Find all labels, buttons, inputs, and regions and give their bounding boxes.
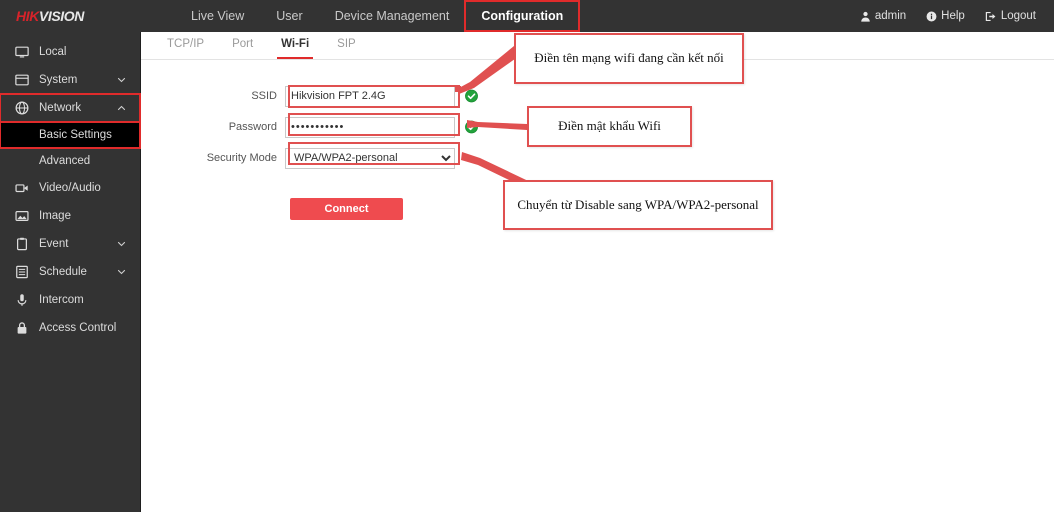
password-label: Password: [228, 121, 277, 133]
video-icon: [14, 180, 30, 196]
sidebar-item-video-audio[interactable]: Video/Audio: [0, 174, 140, 202]
sidebar-item-local[interactable]: Local: [0, 38, 140, 66]
ssid-input[interactable]: [285, 85, 455, 107]
sidebar-label: Schedule: [39, 266, 87, 278]
admin-label: admin: [874, 10, 907, 22]
config-tabs: TCP/IP Port Wi-Fi SIP: [141, 32, 1054, 60]
green-check-icon: [465, 120, 478, 134]
sidebar-item-image[interactable]: Image: [0, 202, 140, 230]
chevron-up-icon: [117, 104, 126, 113]
sidebar-label: System: [39, 74, 78, 86]
sidebar-item-basic-settings[interactable]: Basic Settings: [0, 121, 141, 149]
nav-item-device-management[interactable]: Device Management: [319, 0, 466, 32]
sidebar-label: Basic Settings: [39, 129, 112, 141]
ssid-control: [285, 85, 478, 107]
green-check-icon: [465, 89, 478, 103]
sidebar: Local System Network Basic Settings Adva…: [0, 32, 141, 512]
info-icon: [926, 11, 937, 22]
nav-item-live-view[interactable]: Live View: [175, 0, 260, 32]
sidebar-item-intercom[interactable]: Intercom: [0, 286, 140, 314]
main-panel: TCP/IP Port Wi-Fi SIP SSID Password: [141, 32, 1054, 512]
sidebar-label: Event: [39, 238, 69, 250]
sidebar-item-advanced[interactable]: Advanced: [0, 148, 140, 174]
help-button[interactable]: Help: [926, 10, 965, 22]
monitor-icon: [14, 44, 30, 60]
sidebar-item-system[interactable]: System: [0, 66, 140, 94]
password-control: [285, 116, 478, 138]
top-header: HIKVISION Live View User Device Manageme…: [0, 0, 1054, 32]
logout-label: Logout: [1000, 10, 1036, 22]
chevron-down-icon: [117, 240, 126, 249]
sidebar-label: Access Control: [39, 322, 117, 334]
logout-icon: [985, 11, 997, 22]
tab-wifi[interactable]: Wi-Fi: [267, 31, 323, 59]
window-icon: [14, 72, 30, 88]
sidebar-item-network[interactable]: Network: [0, 93, 141, 123]
nav-item-user[interactable]: User: [260, 0, 318, 32]
hikvision-logo: HIKVISION: [0, 8, 145, 24]
microphone-icon: [14, 292, 30, 308]
logo-vision-text: VISION: [38, 8, 84, 24]
user-icon: [860, 11, 871, 22]
header-right-actions: admin Help Logout: [860, 10, 1054, 22]
logo-hik-text: HIK: [16, 8, 39, 24]
sidebar-label: Advanced: [39, 155, 91, 167]
chevron-down-icon: [117, 268, 126, 277]
nav-item-configuration[interactable]: Configuration: [464, 0, 581, 32]
form-row-ssid: SSID: [141, 82, 1054, 110]
image-icon: [14, 208, 30, 224]
security-mode-control: DisableWEPWPA-personalWPA2-personalWPA/W…: [285, 147, 455, 169]
clipboard-icon: [14, 236, 30, 252]
sidebar-label: Image: [39, 210, 71, 222]
tab-port[interactable]: Port: [218, 31, 267, 59]
globe-icon: [14, 100, 30, 116]
tab-tcp-ip[interactable]: TCP/IP: [153, 31, 218, 59]
security-mode-select[interactable]: DisableWEPWPA-personalWPA2-personalWPA/W…: [285, 147, 455, 169]
form-actions: Connect: [141, 198, 1054, 220]
sidebar-label: Network: [39, 102, 82, 114]
form-row-password: Password: [141, 113, 1054, 141]
lock-icon: [14, 320, 30, 336]
sidebar-label: Local: [39, 46, 67, 58]
form-row-security-mode: Security Mode DisableWEPWPA-personalWPA2…: [141, 144, 1054, 172]
password-input[interactable]: [285, 116, 455, 138]
main-nav: Live View User Device Management Configu…: [175, 0, 581, 32]
connect-button[interactable]: Connect: [290, 198, 403, 220]
sidebar-item-event[interactable]: Event: [0, 230, 140, 258]
chevron-down-icon: [117, 76, 126, 85]
tab-sip[interactable]: SIP: [323, 31, 370, 59]
help-label: Help: [941, 10, 965, 22]
admin-user-button[interactable]: admin: [860, 10, 906, 22]
sidebar-item-schedule[interactable]: Schedule: [0, 258, 140, 286]
wifi-settings-form: SSID Password Security Mode DisableWEPWP…: [141, 60, 1054, 220]
security-mode-label: Security Mode: [206, 152, 277, 164]
list-icon: [14, 264, 30, 280]
sidebar-label: Intercom: [39, 294, 84, 306]
ssid-label: SSID: [251, 90, 277, 102]
sidebar-item-access-control[interactable]: Access Control: [0, 314, 140, 342]
sidebar-label: Video/Audio: [39, 182, 101, 194]
logout-button[interactable]: Logout: [985, 10, 1036, 22]
